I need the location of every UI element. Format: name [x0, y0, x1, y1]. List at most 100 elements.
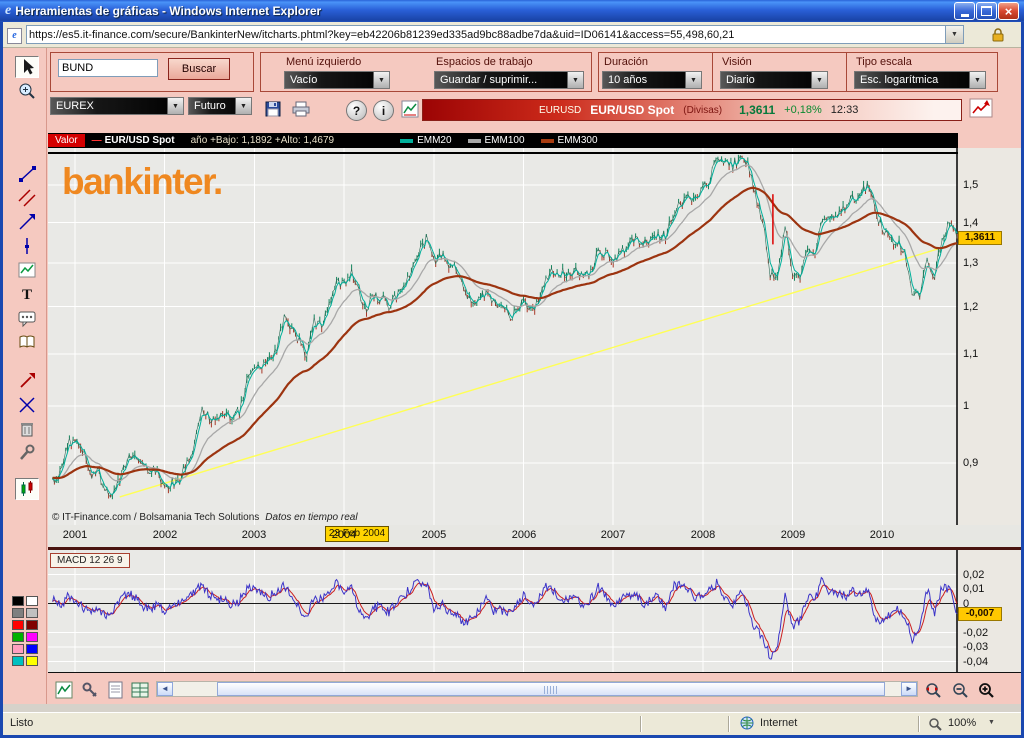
horizontal-scrollbar[interactable]: ◄ ► — [156, 681, 918, 697]
cursor-tool[interactable] — [15, 56, 39, 78]
ray-line-tool-icon[interactable] — [15, 211, 39, 233]
chevron-down-icon[interactable]: ▼ — [685, 72, 701, 88]
quote-banner: EURUSD EUR/USD Spot (Divisas) 1,3611 +0,… — [422, 99, 962, 121]
settings-wrench-icon[interactable] — [15, 442, 39, 464]
color-swatch[interactable] — [12, 632, 24, 642]
export-chart-button[interactable] — [968, 98, 994, 118]
maximize-button[interactable] — [976, 2, 997, 20]
divider — [728, 716, 730, 732]
chevron-down-icon[interactable]: ▼ — [567, 72, 583, 88]
color-swatch[interactable] — [26, 620, 38, 630]
macd-axis: -0,007 0,020,010-0,02-0,03-0,04 — [958, 550, 1021, 672]
arrow-tool-icon[interactable] — [15, 370, 39, 392]
color-swatch[interactable] — [26, 656, 38, 666]
macd-axis-tick-label: 0,01 — [963, 583, 984, 595]
help-button[interactable]: ? — [346, 100, 367, 121]
scrollbar-thumb[interactable] — [217, 682, 885, 696]
grid-layout-button[interactable] — [130, 680, 150, 700]
chevron-down-icon[interactable]: ▼ — [167, 98, 183, 114]
page-icon: e — [7, 28, 22, 44]
chart-type-button[interactable] — [399, 99, 421, 119]
chevron-down-icon[interactable]: ▼ — [969, 72, 985, 88]
price-axis: 1,3611 1,51,41,31,21,110,9 — [958, 148, 1021, 525]
exchange-value: EUREX — [56, 100, 94, 112]
drawing-tools-sidebar: T — [3, 48, 47, 704]
vertical-line-tool-icon[interactable] — [15, 235, 39, 257]
scroll-left-button[interactable]: ◄ — [157, 682, 173, 696]
address-field[interactable]: ▼ — [26, 25, 964, 44]
color-swatch[interactable] — [12, 656, 24, 666]
y-axis-tick-label: 1,3 — [963, 257, 978, 269]
info-button[interactable]: i — [373, 100, 394, 121]
symbol-input[interactable] — [58, 59, 158, 77]
address-input[interactable] — [29, 27, 941, 42]
color-swatch[interactable] — [12, 620, 24, 630]
chevron-down-icon[interactable]: ▼ — [988, 719, 995, 726]
valor-chip[interactable]: Valor — [48, 134, 85, 147]
book-tool-icon[interactable] — [15, 331, 39, 353]
chart-window-button[interactable] — [54, 680, 74, 700]
zoom-fit-icon — [924, 681, 944, 699]
macd-axis-tick-label: -0,03 — [963, 641, 988, 653]
duration-label: Duración — [604, 56, 648, 68]
legend-label: EMM100 — [485, 135, 525, 146]
macd-chart[interactable]: MACD 12 26 9 — [48, 550, 958, 672]
parallel-lines-tool-icon[interactable] — [15, 187, 39, 209]
chevron-down-icon[interactable]: ▼ — [373, 72, 389, 88]
zoom-fit-button[interactable] — [924, 680, 944, 700]
quote-category: (Divisas) — [683, 105, 722, 116]
legend-emm20: EMM20 — [400, 135, 451, 146]
divider — [640, 716, 642, 732]
color-swatch[interactable] — [26, 596, 38, 606]
save-button[interactable] — [262, 99, 284, 119]
minimize-button[interactable] — [954, 2, 975, 20]
chart-page-icon — [55, 681, 73, 699]
candlestick-style-tool-icon[interactable] — [15, 478, 39, 500]
macd-indicator-label[interactable]: MACD 12 26 9 — [50, 553, 130, 568]
new-sheet-button[interactable] — [106, 680, 126, 700]
status-zone: Internet — [760, 717, 797, 729]
comment-tool-icon[interactable] — [15, 307, 39, 329]
scale-type-select[interactable]: Esc. logarítmica▼ — [854, 71, 986, 89]
globe-icon — [740, 716, 755, 734]
duration-value: 10 años — [608, 74, 647, 86]
workspaces-select[interactable]: Guardar / suprimir... ▼ — [434, 71, 584, 89]
x-axis-year-label: 2001 — [55, 529, 95, 541]
x-axis-year-label: 2006 — [504, 529, 544, 541]
duration-select[interactable]: 10 años ▼ — [602, 71, 702, 89]
left-menu-select[interactable]: Vacío ▼ — [284, 71, 390, 89]
exchange-select[interactable]: EUREX ▼ — [50, 97, 184, 115]
legend-label: EMM20 — [417, 135, 451, 146]
regression-chart-tool-icon[interactable] — [15, 259, 39, 281]
zoom-tool-icon[interactable] — [15, 80, 39, 102]
left-menu-value: Vacío — [290, 74, 317, 86]
instrument-select[interactable]: Futuro▼ — [188, 97, 252, 115]
trash-icon[interactable] — [15, 418, 39, 440]
macd-axis-tick-label: 0,02 — [963, 569, 984, 581]
anchor-tool-button[interactable] — [80, 680, 100, 700]
price-chart[interactable]: bankinter. © IT-Finance.com / Bolsamania… — [48, 148, 958, 525]
search-button[interactable]: Buscar — [168, 58, 230, 80]
trendline-tool-icon[interactable] — [15, 163, 39, 185]
color-swatch[interactable] — [12, 608, 24, 618]
zoom-out-button[interactable] — [951, 680, 971, 700]
color-swatch[interactable] — [12, 596, 24, 606]
vision-select[interactable]: Diario▼ — [720, 71, 828, 89]
close-button[interactable]: × — [998, 2, 1019, 20]
x-axis-year-label: 2004 — [324, 529, 364, 541]
text-tool-icon[interactable]: T — [15, 283, 39, 305]
zoom-in-button[interactable] — [977, 680, 997, 700]
color-swatch[interactable] — [26, 608, 38, 618]
scroll-right-button[interactable]: ► — [901, 682, 917, 696]
chevron-down-icon[interactable]: ▼ — [945, 26, 963, 43]
status-zoom-level[interactable]: 100% — [948, 717, 976, 729]
cross-lines-tool-icon[interactable] — [15, 394, 39, 416]
chart-header-bar: Valor — EUR/USD Spot año +Bajo: 1,1892 +… — [48, 133, 958, 148]
chevron-down-icon[interactable]: ▼ — [811, 72, 827, 88]
color-swatch[interactable] — [26, 644, 38, 654]
print-button[interactable] — [290, 99, 312, 119]
workspaces-value: Guardar / suprimir... — [440, 74, 537, 86]
chevron-down-icon[interactable]: ▼ — [235, 98, 251, 114]
color-swatch[interactable] — [12, 644, 24, 654]
color-swatch[interactable] — [26, 632, 38, 642]
